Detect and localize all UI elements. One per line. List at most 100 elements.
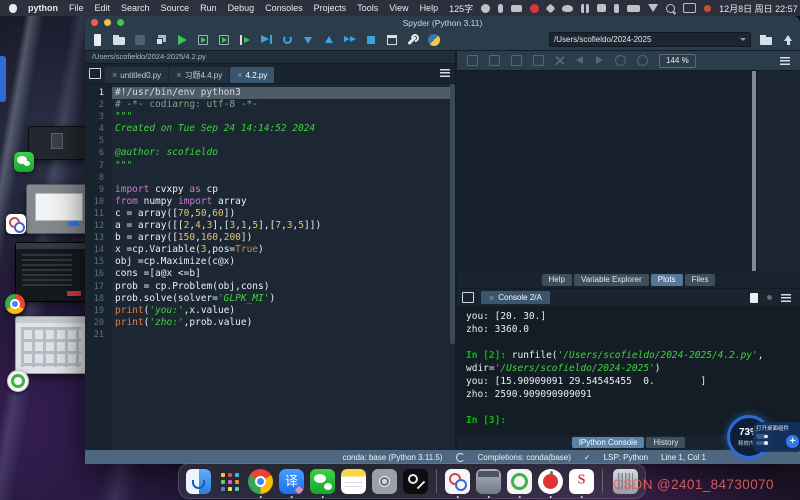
- browse-consoles-icon[interactable]: [462, 292, 474, 303]
- edge-panel-handle[interactable]: [0, 56, 6, 102]
- remove-all-plots-icon[interactable]: [555, 56, 564, 65]
- columns-icon[interactable]: [581, 4, 589, 13]
- code-line-1[interactable]: 1#!/usr/bin/env python3: [85, 87, 455, 99]
- continue-icon[interactable]: [344, 34, 356, 46]
- code-line-14[interactable]: 14x =cp.Variable(3,pos=True): [85, 244, 455, 256]
- save-icon[interactable]: [134, 34, 146, 46]
- save-all-icon[interactable]: [155, 34, 167, 46]
- menu-item-consoles[interactable]: Consoles: [265, 3, 303, 13]
- editor-tab-4.2.py[interactable]: ×4.2.py: [230, 67, 274, 83]
- code-line-8[interactable]: 8: [85, 172, 455, 184]
- conda-env-status[interactable]: conda: base (Python 3.11.5): [343, 453, 443, 462]
- dock-s-app-icon[interactable]: [569, 469, 594, 494]
- plots-zoom-level[interactable]: 144 %: [659, 54, 696, 68]
- code-line-9[interactable]: 9import cvxpy as cp: [85, 184, 455, 196]
- toggle-switch[interactable]: [756, 441, 768, 446]
- window-icon[interactable]: [597, 4, 606, 12]
- working-directory-input[interactable]: /Users/scofieldo/2024-2025: [549, 32, 751, 47]
- code-line-4[interactable]: 4Created on Tue Sep 24 14:14:52 2024: [85, 123, 455, 135]
- next-plot-icon[interactable]: [595, 56, 604, 65]
- interrupt-kernel-icon[interactable]: [767, 295, 772, 300]
- preferences-wrench-icon[interactable]: [407, 34, 419, 46]
- remove-plot-icon[interactable]: [533, 55, 544, 66]
- menu-item-projects[interactable]: Projects: [314, 3, 347, 13]
- debug-icon[interactable]: [260, 34, 272, 46]
- dock-wechat-icon[interactable]: [310, 469, 335, 494]
- bluetooth-icon[interactable]: [614, 4, 619, 13]
- code-line-20[interactable]: 20print('zho:',prob.value): [85, 317, 455, 329]
- cloud-icon[interactable]: [562, 5, 573, 12]
- dock-chrome-icon[interactable]: [248, 469, 273, 494]
- apple-menu-icon[interactable]: [9, 4, 17, 13]
- new-console-icon[interactable]: [750, 293, 758, 303]
- run-icon[interactable]: [176, 34, 188, 46]
- maximize-pane-icon[interactable]: [386, 34, 398, 46]
- editor-options-icon[interactable]: [440, 69, 450, 77]
- run-selection-icon[interactable]: [239, 34, 251, 46]
- shapes-icon[interactable]: [546, 3, 556, 13]
- code-line-19[interactable]: 19print('you:',x.value): [85, 305, 455, 317]
- menu-app-name[interactable]: python: [28, 3, 58, 13]
- code-editor[interactable]: 1#!/usr/bin/env python32# -*- codiarng: …: [85, 84, 455, 450]
- keyboard-icon[interactable]: [511, 5, 522, 12]
- window-thumbnail-grid[interactable]: [15, 316, 87, 374]
- dock-red-apple-icon[interactable]: [538, 469, 563, 494]
- dock-window-preview-icon[interactable]: [476, 469, 501, 494]
- menu-item-debug[interactable]: Debug: [228, 3, 255, 13]
- open-folder-icon[interactable]: [113, 34, 125, 46]
- window-thumbnail-terminal[interactable]: [15, 242, 87, 302]
- plots-options-icon[interactable]: [780, 57, 790, 65]
- code-line-3[interactable]: 3""": [85, 111, 455, 123]
- parent-directory-icon[interactable]: [781, 34, 793, 46]
- wechat-badge-icon[interactable]: [14, 152, 34, 172]
- tab-plots[interactable]: Plots: [651, 274, 683, 286]
- tab-variable-explorer[interactable]: Variable Explorer: [574, 274, 649, 286]
- dock-drawio-icon[interactable]: [445, 469, 470, 494]
- menu-item-run[interactable]: Run: [200, 3, 217, 13]
- menu-item-edit[interactable]: Edit: [95, 3, 111, 13]
- zoom-in-icon[interactable]: [615, 55, 626, 66]
- rerun-icon[interactable]: [281, 34, 293, 46]
- code-line-2[interactable]: 2# -*- codiarng: utf-8 -*-: [85, 99, 455, 111]
- dock-settings-icon[interactable]: [372, 469, 397, 494]
- code-line-18[interactable]: 18prob.solve(solver='GLPK_MI'): [85, 293, 455, 305]
- plots-thumbnail-column[interactable]: [756, 71, 800, 271]
- search-icon[interactable]: [666, 4, 675, 13]
- previous-plot-icon[interactable]: [575, 56, 584, 65]
- console-tab[interactable]: × Console 2/A: [481, 291, 550, 304]
- dock-translate-icon[interactable]: [279, 469, 304, 494]
- code-line-17[interactable]: 17prob = cp.Problem(obj,cons): [85, 281, 455, 293]
- code-line-13[interactable]: 13b = array([150,160,200]): [85, 232, 455, 244]
- browse-tabs-icon[interactable]: [89, 68, 101, 79]
- new-file-icon[interactable]: [92, 34, 104, 46]
- user-icon[interactable]: [481, 4, 490, 13]
- dock-finder-icon[interactable]: [186, 469, 211, 494]
- tab-files[interactable]: Files: [685, 274, 716, 286]
- dock-keychain-icon[interactable]: [403, 469, 428, 494]
- menu-item-file[interactable]: File: [69, 3, 84, 13]
- mic-icon[interactable]: [498, 4, 503, 13]
- close-tab-icon[interactable]: ×: [112, 71, 117, 79]
- code-line-12[interactable]: 12a = array([[2,4,3],[3,1,5],[7,3,5]]): [85, 220, 455, 232]
- drawio-badge-icon[interactable]: [6, 214, 26, 234]
- menu-item-help[interactable]: Help: [420, 3, 439, 13]
- menu-item-tools[interactable]: Tools: [357, 3, 378, 13]
- editor-tab-untitled0.py[interactable]: ×untitled0.py: [105, 67, 168, 83]
- menu-item-view[interactable]: View: [389, 3, 408, 13]
- close-console-icon[interactable]: ×: [489, 294, 494, 302]
- python-env-icon[interactable]: [428, 34, 440, 46]
- dock-anaconda-ring-icon[interactable]: [507, 469, 532, 494]
- console-options-icon[interactable]: [781, 294, 791, 302]
- record-icon[interactable]: [530, 4, 539, 13]
- chevron-down-icon[interactable]: [740, 38, 746, 41]
- wifi-icon[interactable]: [648, 4, 658, 12]
- editor-scrollbar[interactable]: [450, 84, 455, 344]
- display-icon[interactable]: [683, 3, 696, 13]
- tab-history[interactable]: History: [646, 437, 685, 448]
- copy-plot-icon[interactable]: [511, 55, 522, 66]
- menu-item-source[interactable]: Source: [161, 3, 190, 13]
- code-line-11[interactable]: 11c = array([70,50,60]): [85, 208, 455, 220]
- stop-icon[interactable]: [365, 34, 377, 46]
- code-line-7[interactable]: 7""": [85, 160, 455, 172]
- run-cell-icon[interactable]: [197, 34, 209, 46]
